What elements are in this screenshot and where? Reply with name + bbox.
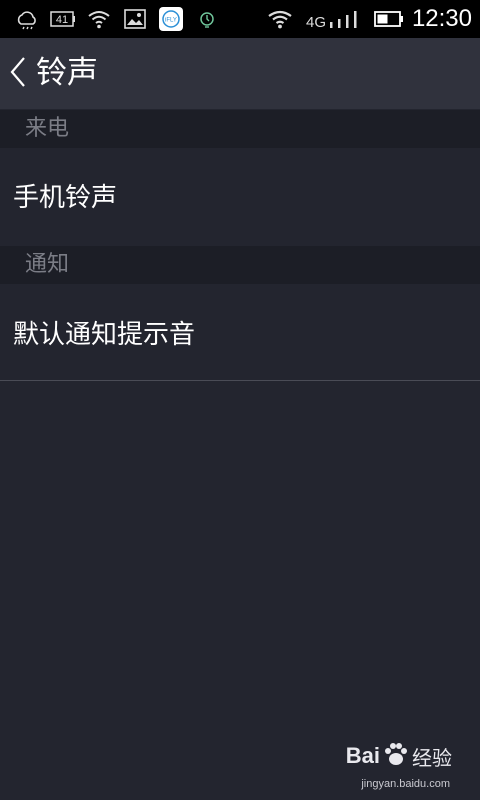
divider (0, 380, 480, 381)
weather-icon (14, 0, 40, 38)
list-item-label: 默认通知提示音 (13, 320, 196, 350)
page-title: 铃声 (36, 55, 98, 91)
image-icon (122, 0, 148, 38)
section-header-notification: 通知 (0, 246, 480, 284)
watermark-url: jingyan.baidu.com (361, 778, 450, 790)
title-bar: 铃声 (0, 38, 480, 109)
status-bar: 41 iFLY 4G 12:30 (0, 0, 480, 38)
cellular-signal-icon: 4G (304, 0, 364, 38)
paw-icon (382, 740, 410, 772)
chevron-left-icon (9, 56, 27, 92)
baidu-watermark: Bai 经验 (346, 736, 452, 776)
ifly-app-icon: iFLY (158, 0, 184, 38)
battery-icon (373, 0, 405, 38)
back-button[interactable] (4, 38, 32, 109)
wifi-signal-icon (266, 0, 294, 38)
list-item-label: 手机铃声 (13, 183, 118, 213)
timer-icon (196, 0, 218, 38)
watermark-brand-latin: Bai (345, 743, 380, 768)
section-label: 通知 (25, 252, 70, 277)
watermark-brand-cn: 经验 (412, 747, 452, 770)
list-item-phone-ringtone[interactable]: 手机铃声 (0, 148, 480, 246)
wifi-icon (86, 0, 112, 38)
list-item-default-notification-sound[interactable]: 默认通知提示音 (0, 284, 480, 380)
section-label: 来电 (25, 116, 70, 141)
svg-text:41: 41 (56, 14, 68, 26)
svg-text:iFLY: iFLY (165, 18, 177, 24)
section-header-incoming-call: 来电 (0, 110, 480, 148)
status-time: 12:30 (411, 5, 472, 32)
battery-level-icon: 41 (50, 0, 76, 38)
